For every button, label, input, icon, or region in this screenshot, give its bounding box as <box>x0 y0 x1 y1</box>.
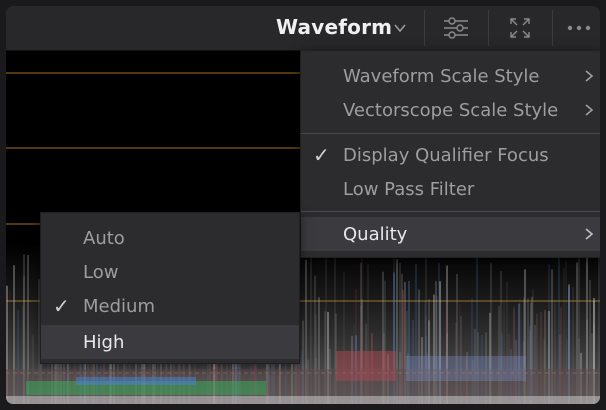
chevron-right-icon <box>585 104 594 116</box>
scope-options-menu: Waveform Scale Style Vectorscope Scale S… <box>300 50 600 258</box>
scope-mode-dropdown[interactable]: Waveform <box>276 15 392 39</box>
menu-divider <box>301 133 600 134</box>
menu-item-vectorscope-scale-style[interactable]: Vectorscope Scale Style <box>301 93 600 127</box>
checkmark-icon: ✓ <box>53 294 70 318</box>
more-options-icon[interactable] <box>558 12 600 44</box>
chevron-down-icon[interactable] <box>392 20 408 36</box>
quality-option-auto[interactable]: Auto <box>41 221 299 255</box>
menu-item-label: Vectorscope Scale Style <box>343 99 559 121</box>
menu-item-label: Waveform Scale Style <box>343 65 540 87</box>
chevron-right-icon <box>585 70 594 82</box>
menu-item-label: Low <box>83 261 119 283</box>
quality-option-medium[interactable]: ✓ Medium <box>41 289 299 323</box>
menu-item-low-pass-filter[interactable]: Low Pass Filter <box>301 172 600 206</box>
menu-item-label: Medium <box>83 295 155 317</box>
menu-item-waveform-scale-style[interactable]: Waveform Scale Style <box>301 59 600 93</box>
menu-item-label: Auto <box>83 227 125 249</box>
scope-header: Waveform <box>6 6 600 51</box>
menu-item-label: Display Qualifier Focus <box>343 144 549 166</box>
menu-item-label: Low Pass Filter <box>343 178 475 200</box>
scope-viewer: Waveform Waveform Scale Style Vectorscop… <box>6 6 600 404</box>
menu-item-quality[interactable]: Quality <box>301 217 600 251</box>
menu-divider <box>301 211 600 212</box>
checkmark-icon: ✓ <box>313 143 330 167</box>
menu-item-label: High <box>83 331 125 353</box>
expand-icon[interactable] <box>498 12 542 44</box>
quality-submenu: Auto Low ✓ Medium High <box>40 212 300 364</box>
quality-option-high[interactable]: High <box>41 325 299 359</box>
menu-item-display-qualifier-focus[interactable]: ✓ Display Qualifier Focus <box>301 138 600 172</box>
quality-option-low[interactable]: Low <box>41 255 299 289</box>
chevron-right-icon <box>585 228 594 240</box>
sliders-icon[interactable] <box>434 12 478 44</box>
menu-item-label: Quality <box>343 223 408 245</box>
